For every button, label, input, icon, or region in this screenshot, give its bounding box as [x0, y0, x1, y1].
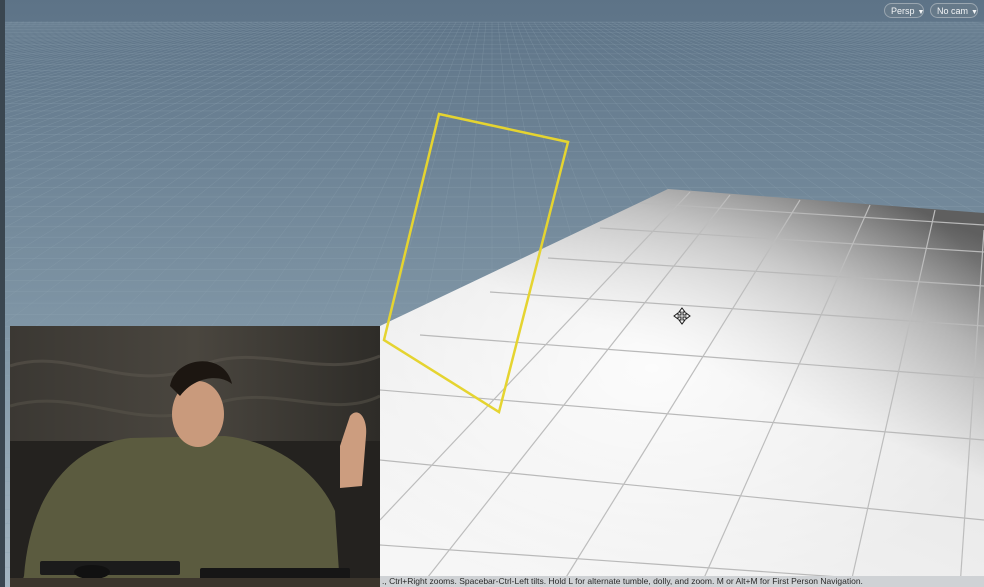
caret-down-icon: ▼ [971, 9, 978, 16]
viewport-status-hint: ., Ctrl+Right zooms. Spacebar-Ctrl-Left … [380, 576, 984, 587]
camera-view-label: Persp [891, 6, 915, 16]
caret-down-icon: ▼ [917, 9, 925, 16]
left-panel-edge [0, 0, 5, 587]
presenter-webcam-overlay [10, 326, 380, 587]
camera-source-label: No cam [937, 6, 969, 16]
presenter-webcam-icon [10, 326, 380, 587]
camera-view-menu-button[interactable]: Persp ▼ [884, 3, 924, 18]
scene-viewport[interactable]: Persp ▼ No cam ▼ ., Ctrl+Right zooms. Spac… [0, 0, 984, 587]
camera-source-menu-button[interactable]: No cam ▼ [930, 3, 978, 18]
